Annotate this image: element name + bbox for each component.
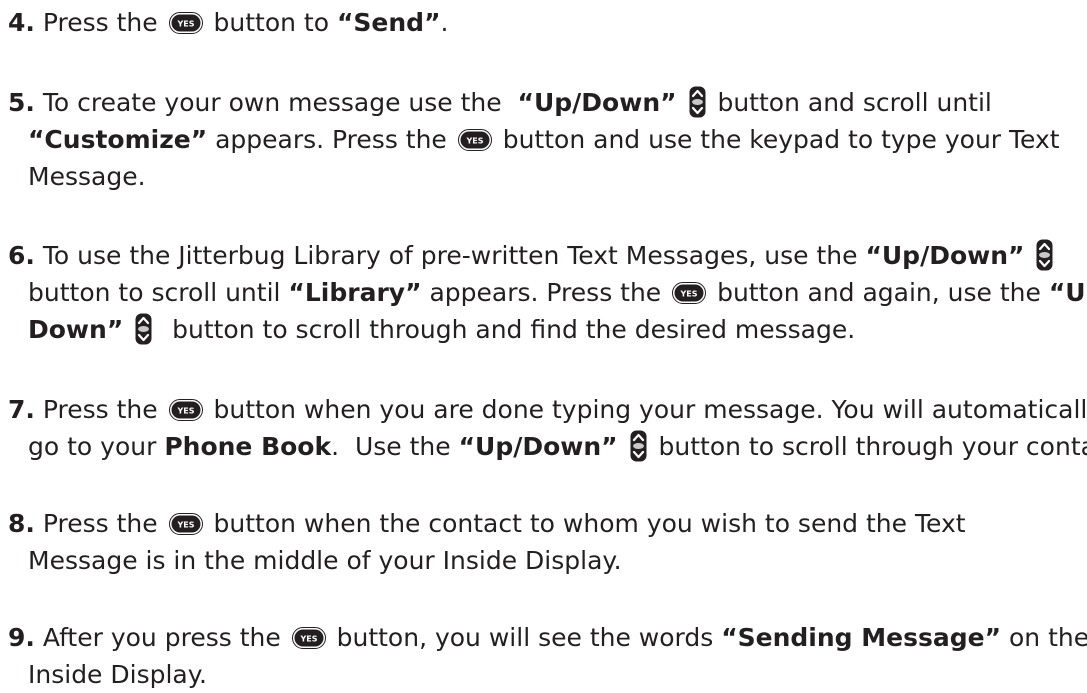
step-text: button to scroll through and find the de… — [156, 315, 856, 344]
step-text: button and use the keypad to type your T… — [494, 125, 1060, 154]
step-text: Message is in the middle of your Inside … — [28, 546, 622, 575]
step-text — [1024, 241, 1032, 270]
svg-text:YES: YES — [465, 137, 483, 146]
yes-button-icon: YES — [291, 627, 326, 649]
step-line: Inside Display. — [8, 656, 1084, 693]
bold-term: “Up/Down” — [517, 88, 677, 117]
bold-term: Down” — [28, 315, 124, 344]
step-line: 5. To create your own message use the “U… — [8, 84, 1084, 121]
step-6: 6. To use the Jitterbug Library of pre-w… — [8, 237, 1087, 348]
step-line: 7. Press the YES button when you are don… — [8, 391, 1087, 428]
instruction-page: 4. Press the YES button to “Send”. 5. To… — [0, 0, 1087, 689]
up-down-button-icon — [689, 86, 706, 118]
step-text: . — [440, 8, 449, 37]
step-line: Down” button to scroll through and find … — [8, 311, 1084, 348]
step-text: button to scroll until — [28, 278, 289, 307]
step-text: button when you are done typing your mes… — [205, 395, 1087, 424]
svg-text:YES: YES — [176, 521, 194, 530]
step-text: button and scroll until — [709, 88, 992, 117]
step-text: button, you will see the words — [328, 623, 722, 652]
step-text — [123, 315, 131, 344]
step-7: 7. Press the YES button when you are don… — [8, 391, 1087, 465]
yes-button-icon: YES — [672, 282, 707, 304]
step-text: Press the — [34, 395, 166, 424]
yes-button-icon: YES — [457, 129, 492, 151]
step-8: 8. Press the YES button when the contact… — [8, 505, 1084, 579]
bold-term: “Up/ — [1048, 278, 1087, 307]
step-number: 9. — [8, 623, 35, 652]
step-line: go to your Phone Book. Use the “Up/Down”… — [8, 428, 1087, 465]
step-9: 9. After you press the YES button, you w… — [8, 619, 1087, 693]
svg-text:YES: YES — [176, 20, 194, 29]
step-text — [618, 432, 626, 461]
svg-text:YES: YES — [299, 635, 317, 644]
step-line: “Customize” appears. Press the YES butto… — [8, 121, 1084, 158]
step-text: button to scroll through your contacts. — [658, 432, 1087, 461]
step-text: Press the — [34, 8, 166, 37]
step-line: 9. After you press the YES button, you w… — [8, 619, 1087, 656]
step-number: 4. — [8, 8, 35, 37]
step-text: appears. Press the — [421, 278, 670, 307]
step-number: 7. — [8, 395, 35, 424]
bold-term: “Up/Down” — [458, 432, 618, 461]
step-text: To create your own message use the — [34, 88, 518, 117]
step-number: 5. — [8, 88, 35, 117]
step-number: 6. — [8, 241, 35, 270]
yes-button-icon: YES — [168, 12, 203, 34]
bold-term: “Customize” — [28, 125, 208, 154]
step-text: To use the Jitterbug Library of pre-writ… — [34, 241, 866, 270]
step-line: 6. To use the Jitterbug Library of pre-w… — [8, 237, 1084, 274]
step-line: 4. Press the YES button to “Send”. — [8, 4, 1084, 41]
step-4: 4. Press the YES button to “Send”. — [8, 4, 1084, 41]
step-text: button and again, use the — [709, 278, 1049, 307]
step-text: . Use the — [331, 432, 459, 461]
step-text — [677, 88, 685, 117]
step-text: Press the — [34, 509, 166, 538]
step-text: Inside Display. — [28, 660, 207, 689]
step-text: Message. — [28, 162, 146, 191]
step-5: 5. To create your own message use the “U… — [8, 84, 1084, 195]
svg-text:YES: YES — [680, 290, 698, 299]
step-line: button to scroll until “Library” appears… — [8, 274, 1087, 311]
bold-term: Phone Book — [164, 432, 332, 461]
step-line: 8. Press the YES button when the contact… — [8, 505, 1084, 542]
step-number: 8. — [8, 509, 35, 538]
svg-text:YES: YES — [176, 407, 194, 416]
up-down-button-icon — [135, 313, 152, 345]
bold-term: “Send” — [336, 8, 441, 37]
bold-term: “Sending Message” — [721, 623, 1002, 652]
up-down-button-icon — [630, 430, 647, 462]
bold-term: “Library” — [288, 278, 422, 307]
bold-term: “Up/Down” — [865, 241, 1025, 270]
yes-button-icon: YES — [168, 513, 203, 535]
step-line: Message is in the middle of your Inside … — [8, 542, 1084, 579]
step-text: on the — [1001, 623, 1087, 652]
step-text: appears. Press the — [207, 125, 455, 154]
step-text: button when the contact to whom you wish… — [205, 509, 966, 538]
step-line: Message. — [8, 158, 1084, 195]
step-text: go to your — [28, 432, 165, 461]
up-down-button-icon — [1036, 239, 1053, 271]
yes-button-icon: YES — [168, 399, 203, 421]
step-text: button to — [205, 8, 337, 37]
step-text: After you press the — [34, 623, 289, 652]
